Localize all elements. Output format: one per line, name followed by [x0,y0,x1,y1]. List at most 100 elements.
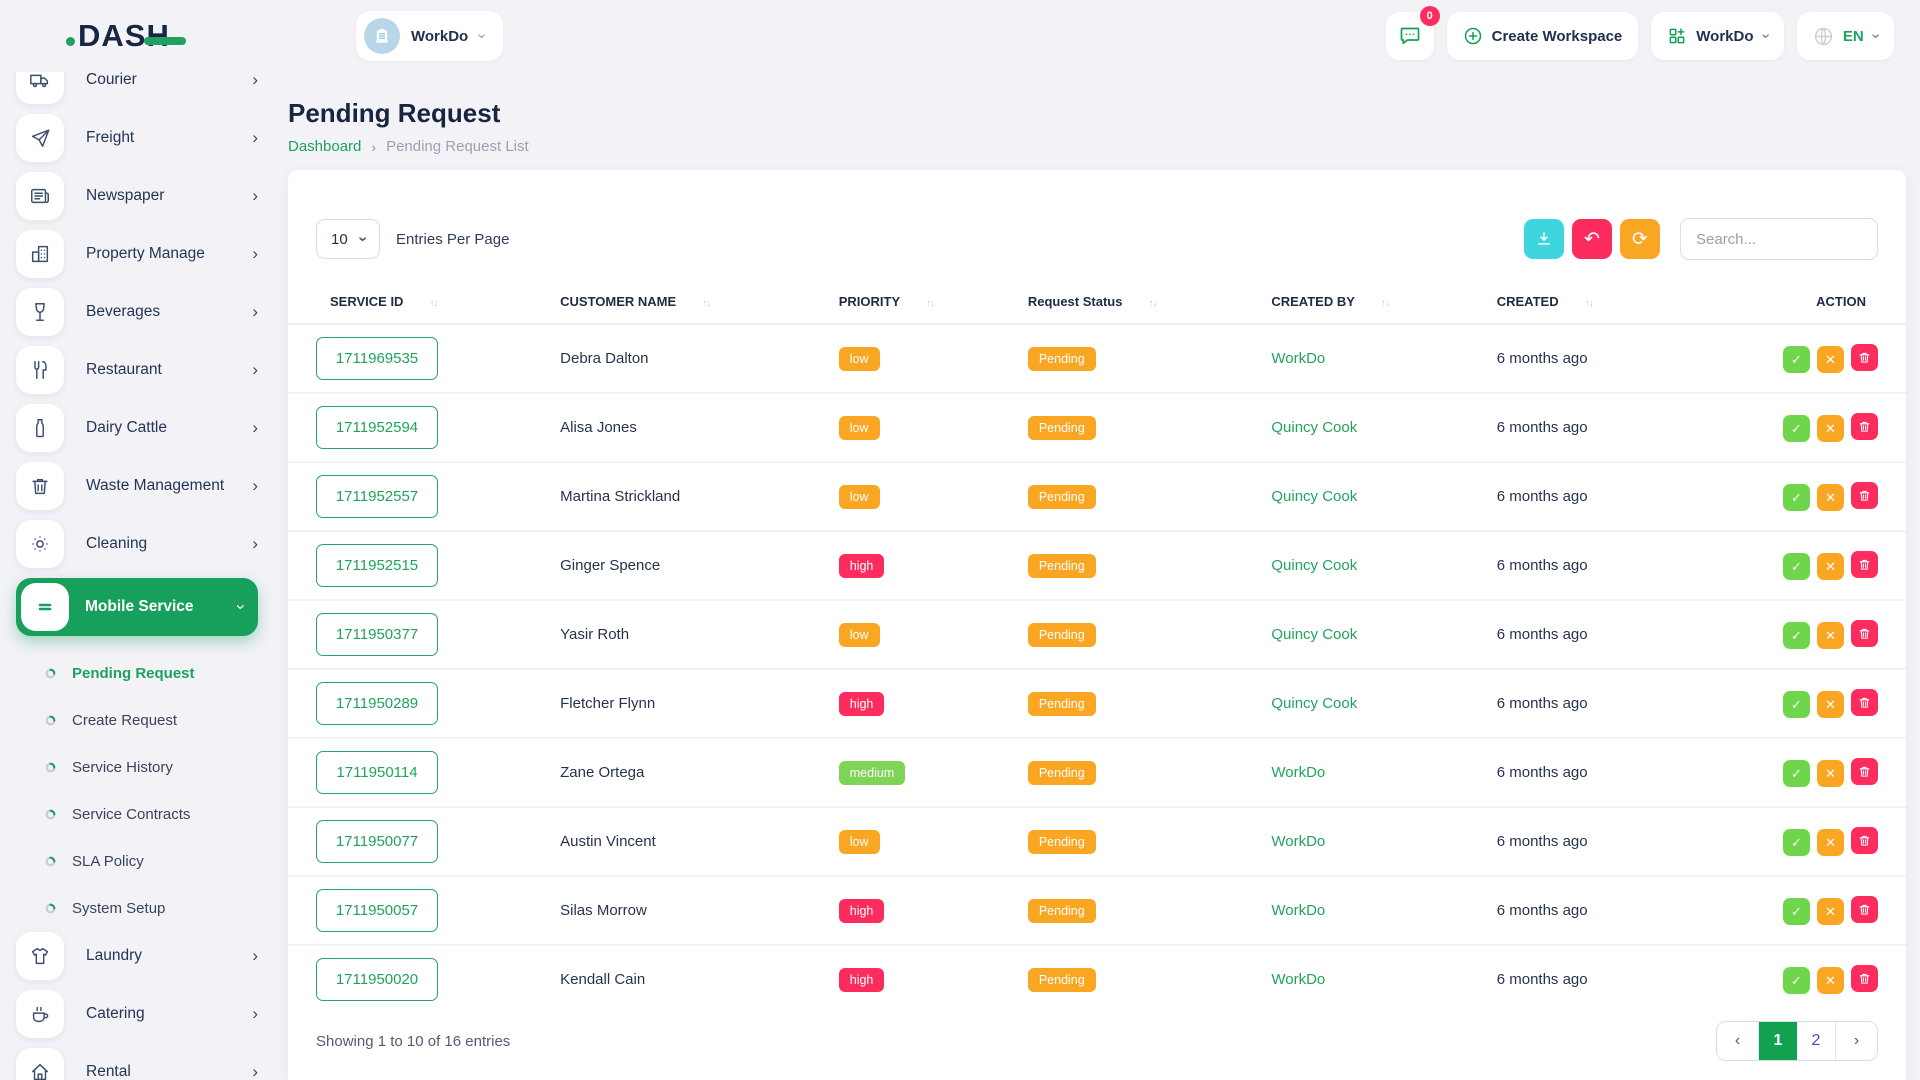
sidebar-subitem-service-history[interactable]: Service History [16,744,272,791]
delete-button[interactable] [1851,758,1878,785]
sidebar-subitem-sla-policy[interactable]: SLA Policy [16,838,272,885]
service-id-box[interactable]: 1711969535 [316,337,438,380]
reject-button[interactable]: ✕ [1817,484,1844,511]
undo-button[interactable]: ↶ [1572,219,1612,259]
service-id-box[interactable]: 1711950114 [316,751,438,794]
reject-button[interactable]: ✕ [1817,760,1844,787]
approve-button[interactable]: ✓ [1783,898,1810,925]
sidebar-subitem-service-contracts[interactable]: Service Contracts [16,791,272,838]
delete-button[interactable] [1851,482,1878,509]
column-header-customer-name[interactable]: CUSTOMER NAME↑↓ [550,282,829,324]
reject-button[interactable]: ✕ [1817,622,1844,649]
reject-button[interactable]: ✕ [1817,346,1844,373]
column-header-service-id[interactable]: SERVICE ID↑↓ [288,282,550,324]
sidebar-item-dairy-cattle[interactable]: Dairy Cattle› [16,404,258,452]
customer-name-cell: Debra Dalton [550,324,829,393]
created-by-link[interactable]: Quincy Cook [1271,695,1357,712]
language-selector[interactable]: EN › [1797,12,1894,60]
pagination-next-button[interactable]: › [1835,1022,1877,1060]
delete-button[interactable] [1851,620,1878,647]
chevron-right-icon: › [252,476,258,496]
approve-button[interactable]: ✓ [1783,622,1810,649]
approve-button[interactable]: ✓ [1783,484,1810,511]
sidebar-item-freight[interactable]: Freight› [16,114,258,162]
export-download-button[interactable] [1524,219,1564,259]
sidebar-item-laundry[interactable]: Laundry› [16,932,258,980]
reject-button[interactable]: ✕ [1817,415,1844,442]
messages-button[interactable]: 0 [1386,12,1434,60]
delete-button[interactable] [1851,413,1878,440]
approve-button[interactable]: ✓ [1783,415,1810,442]
approve-button[interactable]: ✓ [1783,967,1810,994]
delete-button[interactable] [1851,551,1878,578]
delete-button[interactable] [1851,689,1878,716]
service-id-box[interactable]: 1711952515 [316,544,438,587]
created-by-link[interactable]: Quincy Cook [1271,488,1357,505]
approve-button[interactable]: ✓ [1783,553,1810,580]
breadcrumb-dashboard-link[interactable]: Dashboard [288,138,361,155]
sidebar-item-newspaper[interactable]: Newspaper› [16,172,258,220]
approve-button[interactable]: ✓ [1783,760,1810,787]
page-button-2[interactable]: 2 [1797,1022,1835,1060]
sidebar-item-cleaning[interactable]: Cleaning› [16,520,258,568]
sidebar-item-label: Freight [86,129,134,147]
created-cell: 6 months ago [1487,531,1677,600]
sidebar-subitem-system-setup[interactable]: System Setup [16,885,272,932]
sidebar-item-label: Property Manage [86,245,205,263]
switcher-name: WorkDo [1696,28,1753,45]
workspace-selector[interactable]: WorkDo › [356,11,503,61]
delete-button[interactable] [1851,344,1878,371]
sidebar-item-catering[interactable]: Catering› [16,990,258,1038]
service-id-box[interactable]: 1711952594 [316,406,438,449]
created-by-link[interactable]: Quincy Cook [1271,557,1357,574]
page-button-1[interactable]: 1 [1759,1022,1797,1060]
delete-button[interactable] [1851,965,1878,992]
pagination-prev-button[interactable]: ‹ [1717,1022,1759,1060]
check-icon: ✓ [1791,835,1802,851]
workspace-switcher[interactable]: WorkDo › [1651,12,1784,60]
column-header-request-status[interactable]: Request Status↑↓ [1018,282,1262,324]
sidebar-item-rental[interactable]: Rental› [16,1048,258,1080]
approve-button[interactable]: ✓ [1783,346,1810,373]
service-id-box[interactable]: 1711950020 [316,958,438,1001]
created-by-link[interactable]: WorkDo [1271,350,1325,367]
app-logo[interactable]: DASH [66,18,186,54]
column-header-priority[interactable]: PRIORITY↑↓ [829,282,1018,324]
create-workspace-button[interactable]: Create Workspace [1447,12,1639,60]
created-by-link[interactable]: WorkDo [1271,764,1325,781]
reject-button[interactable]: ✕ [1817,691,1844,718]
service-id-box[interactable]: 1711950057 [316,889,438,932]
reject-button[interactable]: ✕ [1817,553,1844,580]
column-header-created[interactable]: CREATED↑↓ [1487,282,1677,324]
reject-button[interactable]: ✕ [1817,967,1844,994]
sidebar-subitem-create-request[interactable]: Create Request [16,697,272,744]
entries-per-page-select[interactable]: 10 › [316,219,380,259]
approve-button[interactable]: ✓ [1783,829,1810,856]
sidebar-item-beverages[interactable]: Beverages› [16,288,258,336]
service-id-box[interactable]: 1711952557 [316,475,438,518]
approve-button[interactable]: ✓ [1783,691,1810,718]
created-by-link[interactable]: WorkDo [1271,833,1325,850]
sidebar-subitem-pending-request[interactable]: Pending Request [16,650,272,697]
sidebar-item-property-manage[interactable]: Property Manage› [16,230,258,278]
chevron-right-icon: › [252,360,258,380]
sidebar-item-restaurant[interactable]: Restaurant › [16,346,258,394]
sidebar-item-waste-management[interactable]: Waste Management› [16,462,258,510]
delete-button[interactable] [1851,827,1878,854]
created-by-link[interactable]: Quincy Cook [1271,626,1357,643]
service-id-box[interactable]: 1711950289 [316,682,438,725]
sidebar-item-mobile-service[interactable]: Mobile Service› [16,578,258,636]
service-id-box[interactable]: 1711950377 [316,613,438,656]
sidebar-item-label: Restaurant [86,361,162,379]
column-header-created-by[interactable]: CREATED BY↑↓ [1261,282,1486,324]
reject-button[interactable]: ✕ [1817,898,1844,925]
refresh-button[interactable]: ⟳ [1620,219,1660,259]
created-by-link[interactable]: Quincy Cook [1271,419,1357,436]
created-by-link[interactable]: WorkDo [1271,971,1325,988]
service-id-box[interactable]: 1711950077 [316,820,438,863]
search-input[interactable] [1680,218,1878,260]
delete-button[interactable] [1851,896,1878,923]
sidebar-item-courier[interactable]: Courier› [16,72,258,104]
reject-button[interactable]: ✕ [1817,829,1844,856]
created-by-link[interactable]: WorkDo [1271,902,1325,919]
